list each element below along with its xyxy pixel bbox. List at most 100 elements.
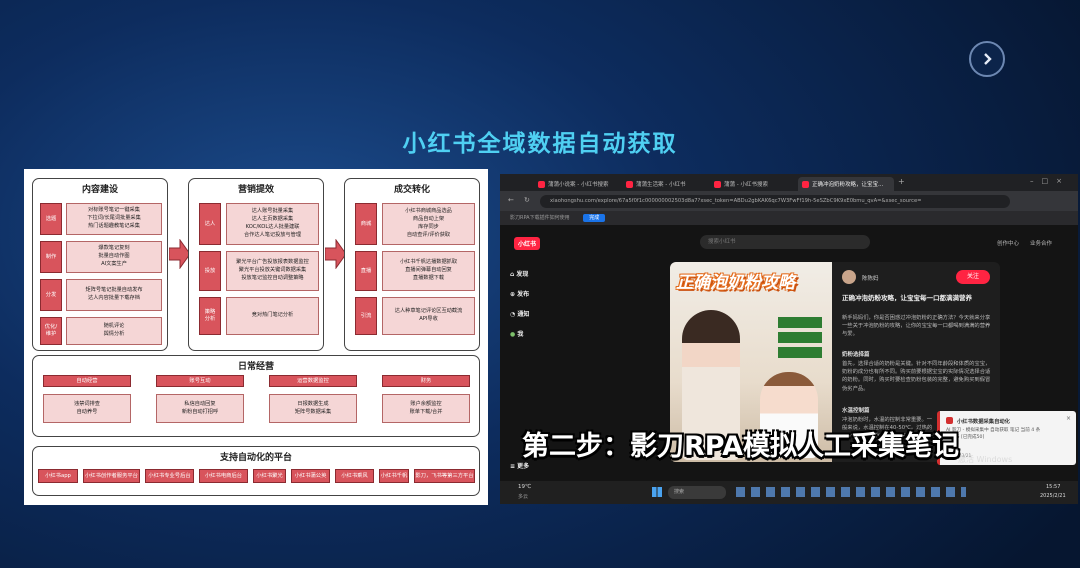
daily-ops-panel: 日常经营 自动经营 违禁词排查 自动养号 账号互动 私信自动回复 新粉自动打招呼… <box>32 355 480 437</box>
marketing-tag-ads: 投放 <box>199 251 221 291</box>
conversion-panel-title: 成交转化 <box>393 185 430 195</box>
content-row-topic: 对标账号笔记一键采集 下拉词/长尾词批量采集 热门话题趣教笔记采集 <box>66 203 162 235</box>
daily-item-interaction: 私信自动回复 新粉自动打招呼 <box>156 394 244 423</box>
daily-item-auto: 违禁词排查 自动养号 <box>43 394 131 423</box>
browser-tab[interactable]: 蒲蒲 - 小红书搜索 <box>710 177 796 191</box>
window-controls[interactable]: –□× <box>1030 177 1070 185</box>
browser-tab[interactable]: 蒲蒲生活案 - 小红书 <box>622 177 708 191</box>
nav-notifications[interactable]: ◔ 通知 <box>510 309 529 318</box>
conversion-row-traffic: 达人种草笔记评论区互动截流 API导收 <box>382 297 475 335</box>
note-section-2: 水温控制篇 <box>842 408 870 414</box>
popup-text: AI 影刀 - 模拟采集中 自动获取 笔记 当前 4 条 剩余 5 [已完成50… <box>946 428 1041 440</box>
conversion-tag-traffic: 引流 <box>355 297 377 335</box>
cover-badges <box>778 317 822 361</box>
daily-tag-auto: 自动经营 <box>43 375 131 387</box>
marketing-panel-title: 营销提效 <box>237 185 274 195</box>
search-input[interactable]: 搜索小红书 <box>700 235 870 249</box>
daily-tag-finance: 财务 <box>382 375 470 387</box>
marketing-row-kol: 达人账号批量采集 达人主页数据采集 KOC/KOL达人批量建联 合作达人笔记投放… <box>226 203 319 245</box>
clock-date: 2025/2/21 <box>1040 493 1066 499</box>
note-cover-title: 正确泡奶粉攻略 <box>676 273 795 293</box>
browser-tab-bar: 蒲蒲小说案 - 小红书搜索 蒲蒲生活案 - 小红书 蒲蒲 - 小红书搜索 正确冲… <box>500 174 1078 191</box>
windows-watermark: 激活 Windows <box>958 455 1013 464</box>
weather-temp[interactable]: 19℃ <box>518 484 531 490</box>
address-bar-row: ← ↻ xiaohongshu.com/explore/67a5f0f1c000… <box>500 191 1078 211</box>
browser-screenshot: 蒲蒲小说案 - 小红书搜索 蒲蒲生活案 - 小红书 蒲蒲 - 小红书搜索 正确冲… <box>500 174 1078 504</box>
note-title: 正确冲泡奶粉攻略，让宝宝每一口都满满营养 <box>842 294 972 302</box>
content-panel: 内容建设 选题 对标账号笔记一键采集 下拉词/长尾词批量采集 热门话题趣教笔记采… <box>32 178 168 351</box>
marketing-row-ads: 聚光平台广告投放报表数据监控 聚光平台投放关键词数据采集 投放笔记监控自动调整策… <box>226 251 319 291</box>
daily-tag-interaction: 账号互动 <box>156 375 244 387</box>
note-body: 新手妈妈们，你是否困惑过冲泡奶粉的正确方法？今天就来分享一些关于冲泡奶粉的攻略，… <box>842 315 991 338</box>
xiaohongshu-favicon-icon <box>538 181 545 188</box>
popup-title: 小红书数据采集自动化 <box>957 419 1010 425</box>
conversion-row-mall: 小红书商城商品选品 商品自动上架 库存同步 自动查评/评价获取 <box>382 203 475 245</box>
nav-publish[interactable]: ⊕ 发布 <box>510 289 529 298</box>
marketing-tag-strategy: 策略 分析 <box>199 297 221 335</box>
platform-item: 小红书聚光 <box>253 469 286 483</box>
platform-item: 小红书乘风 <box>335 469 374 483</box>
platform-item: 影刀，飞书等第三方平台 <box>414 469 475 483</box>
follow-button[interactable]: 关注 <box>956 270 990 284</box>
xiaohongshu-favicon-icon <box>802 181 809 188</box>
xiaohongshu-favicon-icon <box>714 181 721 188</box>
video-subtitle: 第二步：影刀RPA模拟人工采集笔记 <box>522 431 959 462</box>
marketing-tag-kol: 达人 <box>199 203 221 245</box>
top-link-creator[interactable]: 创作中心 <box>997 239 1019 247</box>
back-icon[interactable]: ← <box>508 196 514 204</box>
popup-close-icon[interactable]: × <box>1066 415 1071 422</box>
platform-item: 小红书创作者服务平台 <box>83 469 140 483</box>
content-tag-optimize: 优化/ 维护 <box>40 317 62 345</box>
content-row-optimize: 随机评论 舆情分析 <box>66 317 162 345</box>
architecture-diagram: 内容建设 选题 对标账号笔记一键采集 下拉词/长尾词批量采集 热门话题趣教笔记采… <box>24 169 488 505</box>
browser-tab-active[interactable]: 正确冲泡奶粉攻略，让宝宝... <box>798 177 894 191</box>
bookmark-item[interactable]: 影刀RPA下载插件如何使用 <box>510 215 570 221</box>
content-tag-topic: 选题 <box>40 203 62 235</box>
top-link-business[interactable]: 业务合作 <box>1030 239 1052 247</box>
start-icon[interactable] <box>652 487 662 497</box>
note-section-1: 奶粉选择篇 <box>842 352 870 358</box>
clock-time[interactable]: 15:57 <box>1046 484 1060 490</box>
taskbar-apps[interactable] <box>736 487 966 497</box>
content-tag-distribution: 分发 <box>40 279 62 311</box>
weather-desc: 多云 <box>518 494 529 500</box>
nav-discover[interactable]: ⌂ 发现 <box>510 269 528 278</box>
author-name[interactable]: 陈陈妈 <box>862 274 879 282</box>
platform-item: 小红书app <box>38 469 78 483</box>
marketing-row-strategy: 竞对热门笔记分析 <box>226 297 319 335</box>
daily-item-monitor: 日报数据生成 矩阵号数据采集 <box>269 394 357 423</box>
windows-taskbar: 19℃ 多云 搜索 15:57 2025/2/21 <box>500 481 1078 504</box>
popup-icon <box>946 417 953 424</box>
url-field[interactable]: xiaohongshu.com/explore/67a5f0f1c0000000… <box>540 195 1010 208</box>
note-section-1-body: 首先，选择合适的奶粉是关键。针对不同年龄段和体质的宝宝，奶粉的成分也有所不同。购… <box>842 361 991 392</box>
chevron-right-icon <box>984 53 992 65</box>
platforms-title: 支持自动化的平台 <box>219 453 292 463</box>
reload-icon[interactable]: ↻ <box>524 196 530 204</box>
conversion-row-live: 小红书千帆达播数据抓取 直播间弹幕自动回复 直播数据下载 <box>382 251 475 291</box>
daily-tag-monitor: 运营数据监控 <box>269 375 357 387</box>
nav-me[interactable]: ● 我 <box>510 329 523 338</box>
content-row-production: 爆款笔记复刻 批量自动作图 AI文案生产 <box>66 241 162 273</box>
conversion-tag-live: 直播 <box>355 251 377 291</box>
bookmarks-bar: 影刀RPA下载插件如何使用 完成 <box>500 211 1078 225</box>
xiaohongshu-logo[interactable]: 小红书 <box>514 237 541 250</box>
xiaohongshu-favicon-icon <box>626 181 633 188</box>
author-avatar[interactable] <box>842 270 856 284</box>
marketing-panel: 营销提效 达人 达人账号批量采集 达人主页数据采集 KOC/KOL达人批量建联 … <box>188 178 324 351</box>
browser-tab[interactable]: 蒲蒲小说案 - 小红书搜索 <box>534 177 620 191</box>
content-row-distribution: 矩阵号笔记批量自动发布 达人内容批量下载存档 <box>66 279 162 311</box>
next-slide-button[interactable] <box>969 41 1005 77</box>
daily-item-finance: 账户余额监控 账单下载/合并 <box>382 394 470 423</box>
bookmark-done-button[interactable]: 完成 <box>583 214 606 222</box>
conversion-tag-mall: 商城 <box>355 203 377 245</box>
platforms-panel: 支持自动化的平台 小红书app 小红书创作者服务平台 小红书专业号后台 小红书电… <box>32 446 480 496</box>
platform-item: 小红书电商后台 <box>199 469 248 483</box>
daily-ops-title: 日常经营 <box>237 362 274 372</box>
platform-item: 小红书千帆 <box>379 469 409 483</box>
taskbar-search[interactable]: 搜索 <box>668 486 726 499</box>
platform-item: 小红书专业号后台 <box>145 469 194 483</box>
conversion-panel: 成交转化 商城 小红书商城商品选品 商品自动上架 库存同步 自动查评/评价获取 … <box>344 178 480 351</box>
platform-item: 小红书蒲公英 <box>291 469 330 483</box>
new-tab-icon[interactable]: + <box>898 177 905 186</box>
content-panel-title: 内容建设 <box>81 185 118 195</box>
